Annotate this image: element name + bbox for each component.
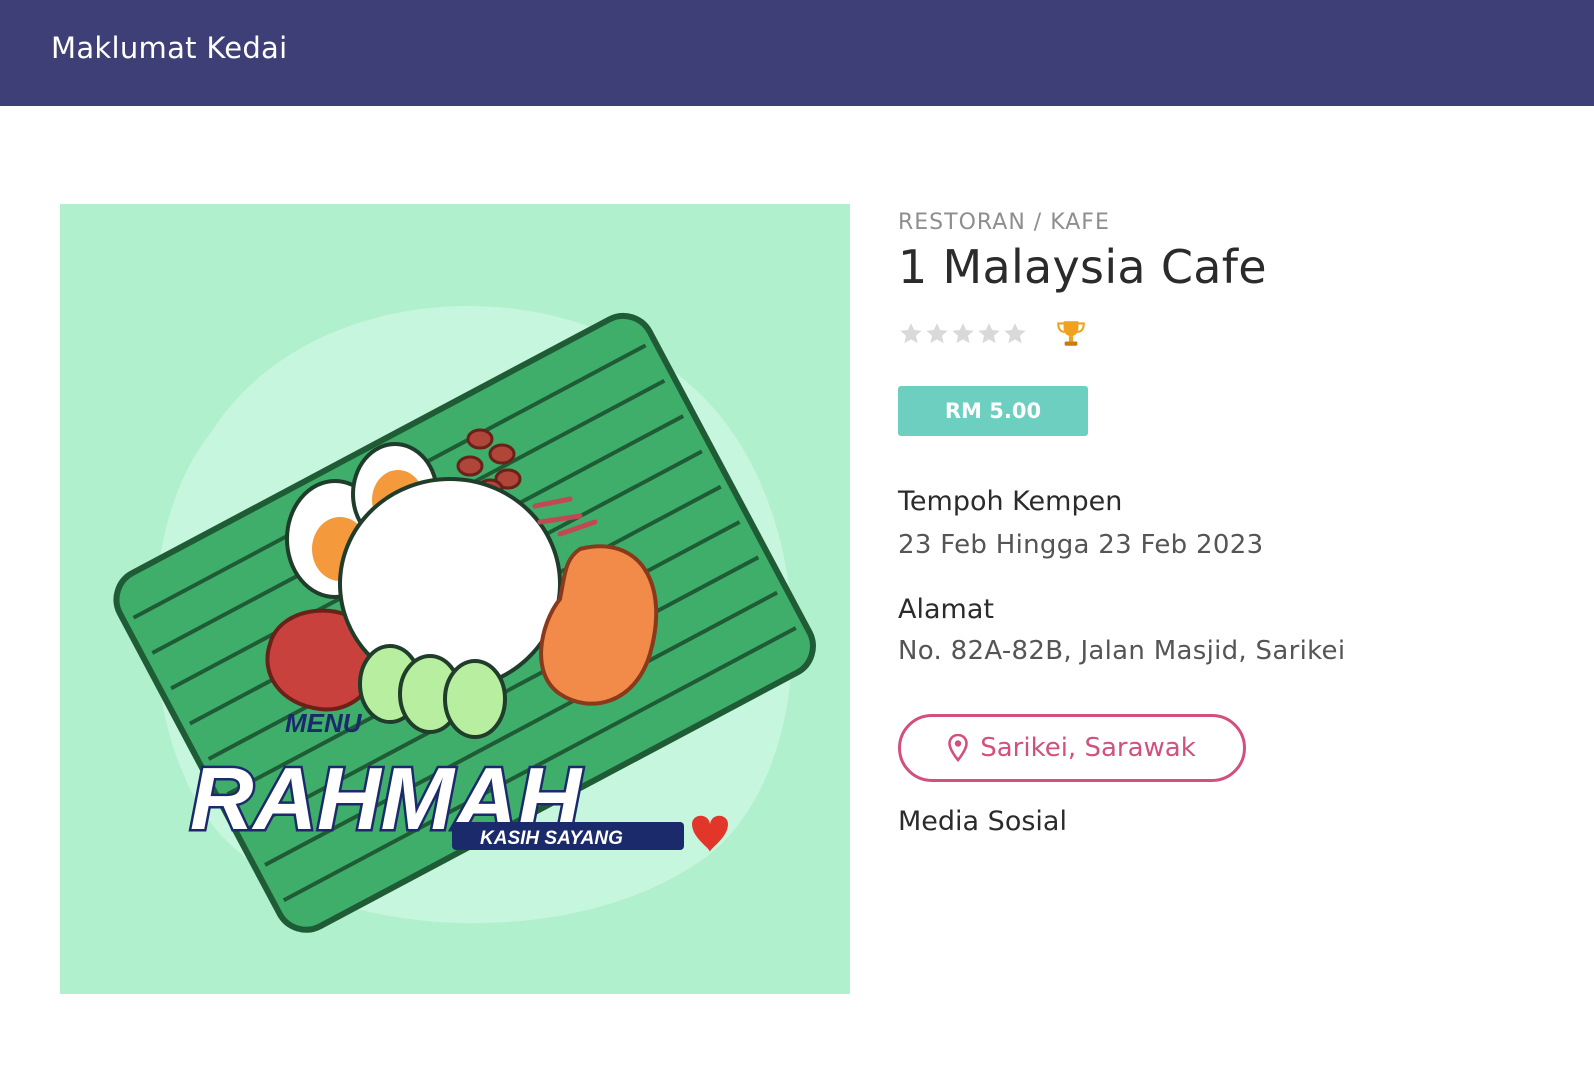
menu-rahmah-illustration: MENU RAHMAH KASIH SAYANG bbox=[113, 306, 816, 933]
star-icon bbox=[952, 323, 974, 344]
star-icon bbox=[1004, 323, 1026, 344]
social-media-label: Media Sosial bbox=[898, 806, 1067, 837]
price-badge: RM 5.00 bbox=[898, 386, 1088, 436]
header-bar: Maklumat Kedai bbox=[0, 0, 1594, 106]
rating-row bbox=[898, 316, 1088, 352]
shop-name: 1 Malaysia Cafe bbox=[898, 240, 1267, 294]
star-icon bbox=[900, 323, 922, 344]
star-icon bbox=[926, 323, 948, 344]
star-icon bbox=[978, 323, 1000, 344]
svg-text:KASIH SAYANG: KASIH SAYANG bbox=[480, 828, 623, 849]
campaign-period: 23 Feb Hingga 23 Feb 2023 bbox=[898, 530, 1264, 560]
address-value: No. 82A-82B, Jalan Masjid, Sarikei bbox=[898, 636, 1346, 666]
trophy-icon bbox=[1057, 321, 1085, 346]
location-label: Sarikei, Sarawak bbox=[980, 733, 1196, 763]
shop-category: RESTORAN / KAFE bbox=[898, 210, 1110, 235]
page-title: Maklumat Kedai bbox=[51, 31, 288, 65]
location-button[interactable]: Sarikei, Sarawak bbox=[898, 714, 1246, 782]
shop-image: MENU RAHMAH KASIH SAYANG bbox=[60, 204, 850, 994]
svg-text:MENU: MENU bbox=[285, 708, 363, 738]
map-pin-icon bbox=[948, 734, 969, 762]
campaign-label: Tempoh Kempen bbox=[898, 486, 1123, 517]
address-label: Alamat bbox=[898, 594, 994, 625]
